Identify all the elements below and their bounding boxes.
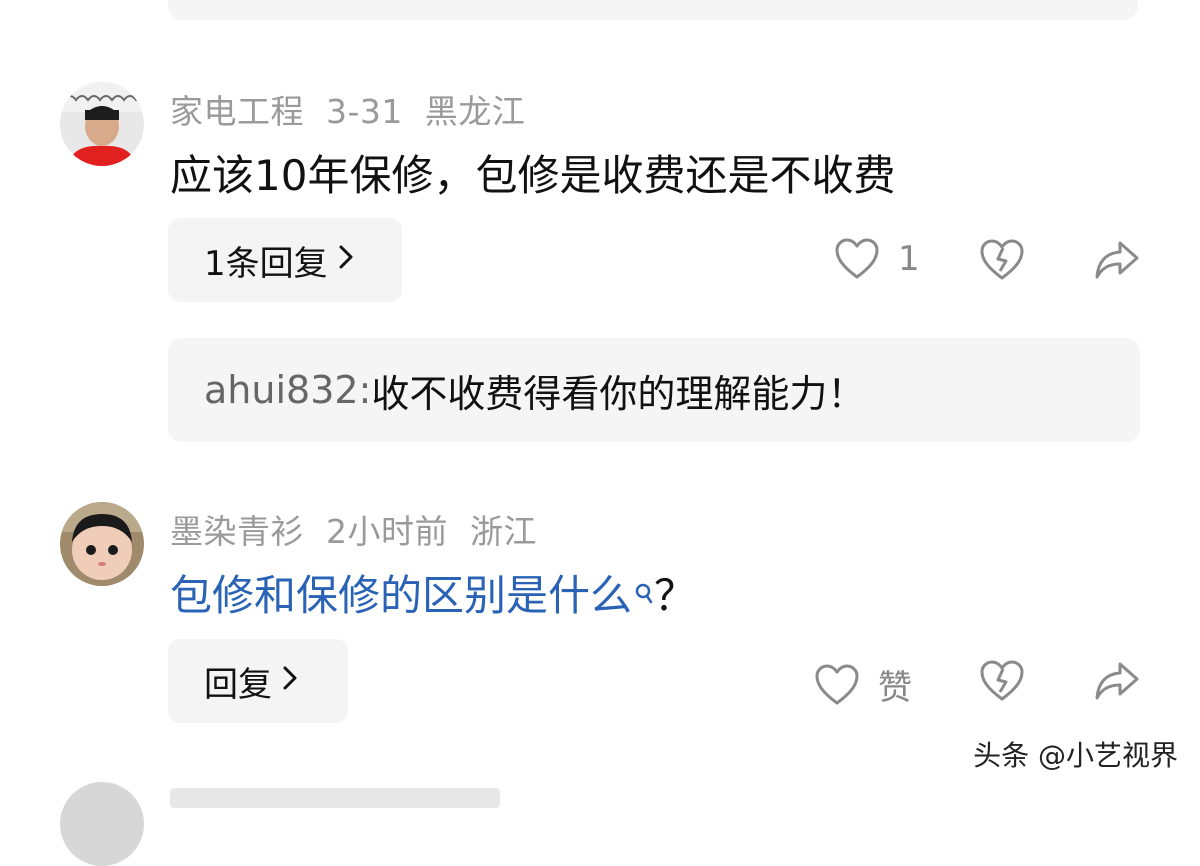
reply-button[interactable]: 回复: [168, 639, 348, 723]
comment-meta: 家电工程 3-31 黑龙江: [170, 85, 547, 133]
like-button[interactable]: 1: [834, 238, 920, 280]
dislike-button[interactable]: [979, 660, 1025, 702]
search-icon[interactable]: [634, 566, 654, 615]
avatar[interactable]: [60, 82, 144, 166]
share-button[interactable]: [1094, 660, 1140, 702]
sub-reply-text: 收不收费得看你的理解能力！: [371, 371, 866, 416]
view-replies-button[interactable]: 1条回复: [168, 218, 402, 302]
share-button[interactable]: [1094, 239, 1140, 281]
sub-reply-username[interactable]: ahui832:: [204, 368, 371, 412]
comment-location: 黑龙江: [424, 92, 526, 131]
chevron-right-icon: [338, 243, 354, 278]
comment-text-tail: ？: [654, 571, 697, 620]
comment-date: 3-31: [326, 92, 403, 131]
comment-username[interactable]: 墨染青衫: [170, 512, 304, 551]
comment-meta: 墨染青衫 2小时前 浙江: [170, 505, 559, 553]
chevron-right-icon: [282, 664, 298, 699]
heart-outline-icon: [814, 664, 860, 706]
reply-button-label: 回复: [204, 664, 272, 705]
avatar[interactable]: [60, 502, 144, 586]
sub-reply[interactable]: ahui832: 收不收费得看你的理解能力！: [168, 338, 1140, 442]
previous-reply-bubble: [168, 0, 1138, 20]
like-button[interactable]: 赞: [814, 660, 912, 709]
share-arrow-icon: [1094, 239, 1140, 281]
dislike-button[interactable]: [979, 239, 1025, 281]
like-count: 1: [898, 239, 920, 279]
like-label: 赞: [878, 668, 912, 708]
comment-text: 应该10年保修，包修是收费还是不收费: [170, 151, 896, 200]
broken-heart-icon: [979, 239, 1025, 281]
comment-username[interactable]: 家电工程: [170, 92, 304, 131]
heart-outline-icon: [834, 238, 880, 280]
reply-button-label: 1条回复: [204, 243, 328, 284]
comment-text: 包修和保修的区别是什么 ？: [170, 562, 696, 623]
comment-location: 浙江: [470, 512, 537, 551]
avatar[interactable]: [60, 782, 144, 866]
next-comment-meta: [170, 788, 500, 808]
broken-heart-icon: [979, 660, 1025, 702]
watermark: 头条 @小艺视界: [973, 739, 1178, 772]
search-link[interactable]: 包修和保修的区别是什么: [170, 571, 632, 620]
comment-date: 2小时前: [326, 512, 448, 551]
share-arrow-icon: [1094, 660, 1140, 702]
